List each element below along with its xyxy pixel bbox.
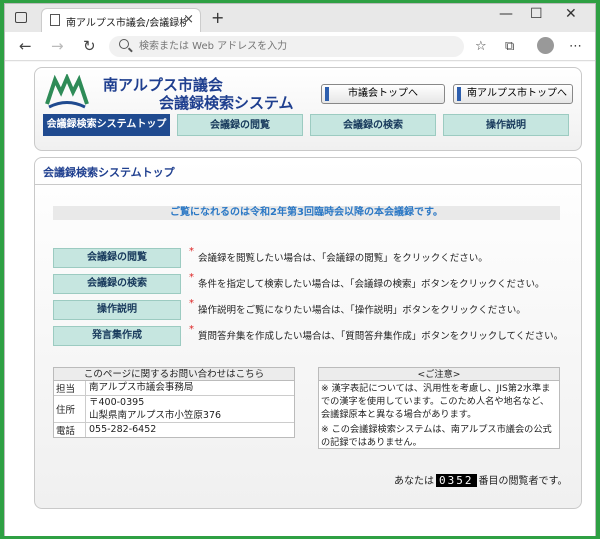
search-icon (119, 39, 129, 49)
city-top-button[interactable]: 南アルプス市トップへ (453, 84, 573, 104)
tanto-label: 担当 (54, 381, 86, 395)
address-value: 〒400-0395 山梨県南アルプス市小笠原376 (86, 396, 221, 422)
action-row-compile: 発言集作成 * 質問答弁集を作成したい場合は、「質問答弁集作成」ボタンをクリック… (53, 324, 564, 346)
contact-row-phone: 電話 055-282-6452 (54, 423, 294, 437)
collections-icon[interactable]: ⧉ (505, 39, 514, 54)
window-close-icon[interactable]: ✕ (565, 6, 577, 22)
browser-tab[interactable]: 南アルプス市議会/会議録検索シス × (41, 8, 201, 32)
tab-title: 南アルプス市議会/会議録検索シス (66, 18, 186, 29)
back-icon[interactable]: ← (19, 37, 32, 55)
site-title-line2: 会議録検索システム (159, 94, 294, 112)
browser-window: 南アルプス市議会/会議録検索シス × + — ☐ ✕ ← → ↻ ☆ ⧉ ⋯ 南… (4, 3, 596, 536)
omnibox[interactable] (109, 36, 464, 57)
city-top-label: 南アルプス市トップへ (467, 88, 567, 99)
window-menu-icon[interactable] (15, 12, 27, 23)
counter-prefix: あなたは (394, 476, 434, 487)
divider (35, 184, 581, 185)
tab-top[interactable]: 会議録検索システムトップ (43, 114, 170, 136)
header-panel: 南アルプス市議会 会議録検索システム 市議会トップへ 南アルプス市トップへ 会議… (34, 67, 582, 151)
body-panel: 会議録検索システムトップ ご覧になれるのは令和2年第3回臨時会以降の本会議録です… (34, 157, 582, 509)
tab-strip: 南アルプス市議会/会議録検索シス × + — ☐ ✕ (5, 4, 595, 32)
bullet-mark-icon: * (189, 298, 194, 309)
action-row-browse: 会議録の閲覧 * 会議録を閲覧したい場合は、「会議録の閲覧」をクリックください。 (53, 246, 563, 268)
minimize-icon[interactable]: — (499, 6, 513, 22)
address-input[interactable] (139, 38, 439, 54)
refresh-icon[interactable]: ↻ (83, 37, 96, 55)
caution-note-1: ※ 漢字表記については、汎用性を考慮し、JIS第2水準までの漢字を使用しています… (321, 383, 551, 420)
gikai-top-label: 市議会トップへ (348, 88, 418, 99)
maximize-icon[interactable]: ☐ (530, 6, 543, 22)
tab-help[interactable]: 操作説明 (443, 114, 569, 136)
page-icon (50, 14, 60, 26)
button-bar-icon (457, 87, 461, 101)
tab-search[interactable]: 会議録の検索 (310, 114, 436, 136)
more-menu-icon[interactable]: ⋯ (569, 39, 582, 54)
browse-description: 会議録を閲覧したい場合は、「会議録の閲覧」をクリックください。 (198, 253, 488, 264)
visitor-counter: あなたは 0352 番目の閲覧者です。 (394, 472, 568, 487)
bullet-mark-icon: * (189, 324, 194, 335)
counter-value: 0352 (436, 474, 477, 487)
search-description: 条件を指定して検索したい場合は、「会議録の検索」ボタンをクリックください。 (198, 279, 545, 290)
help-button[interactable]: 操作説明 (53, 300, 181, 320)
contact-row-tanto: 担当 南アルプス市議会事務局 (54, 381, 294, 396)
site-logo-icon (45, 74, 89, 109)
caution-heading: <ご注意> (319, 368, 559, 381)
bullet-mark-icon: * (189, 272, 194, 283)
address-street: 山梨県南アルプス市小笠原376 (89, 410, 222, 421)
address-label: 住所 (54, 396, 86, 422)
compile-button[interactable]: 発言集作成 (53, 326, 181, 346)
notice-banner: ご覧になれるのは令和2年第3回臨時会以降の本会議録です。 (53, 206, 560, 220)
address-bar: ← → ↻ ☆ ⧉ ⋯ (5, 32, 595, 61)
favorites-icon[interactable]: ☆ (475, 39, 487, 54)
action-row-help: 操作説明 * 操作説明をご覧になりたい場合は、「操作説明」ボタンをクリックくださ… (53, 298, 563, 320)
contact-heading: このページに関するお問い合わせはこちら (54, 368, 294, 381)
tanto-value: 南アルプス市議会事務局 (89, 382, 194, 393)
compile-description: 質問答弁集を作成したい場合は、「質問答弁集作成」ボタンをクリックしてください。 (198, 331, 564, 342)
action-row-search: 会議録の検索 * 条件を指定して検索したい場合は、「会議録の検索」ボタンをクリッ… (53, 272, 563, 294)
caution-box: <ご注意> ※ 漢字表記については、汎用性を考慮し、JIS第2水準までの漢字を使… (318, 367, 560, 449)
new-tab-icon[interactable]: + (211, 8, 224, 27)
contact-table: このページに関するお問い合わせはこちら 担当 南アルプス市議会事務局 住所 〒4… (53, 367, 295, 438)
close-tab-icon[interactable]: × (183, 12, 194, 27)
bullet-mark-icon: * (189, 246, 194, 257)
caution-note-2: ※ この会議録検索システムは、南アルプス市議会の公式の記録ではありません。 (321, 424, 552, 448)
web-page: 南アルプス市議会 会議録検索システム 市議会トップへ 南アルプス市トップへ 会議… (5, 62, 595, 536)
profile-avatar[interactable] (537, 37, 554, 54)
section-title: 会議録検索システムトップ (43, 166, 175, 179)
address-postal: 〒400-0395 (89, 397, 145, 408)
button-bar-icon (325, 87, 329, 101)
tab-browse[interactable]: 会議録の閲覧 (177, 114, 303, 136)
forward-icon[interactable]: → (51, 37, 64, 55)
contact-row-address: 住所 〒400-0395 山梨県南アルプス市小笠原376 (54, 396, 294, 423)
phone-label: 電話 (54, 423, 86, 437)
phone-value: 055-282-6452 (89, 424, 157, 435)
help-description: 操作説明をご覧になりたい場合は、「操作説明」ボタンをクリックください。 (198, 305, 526, 316)
search-button[interactable]: 会議録の検索 (53, 274, 181, 294)
main-nav: 会議録検索システムトップ 会議録の閲覧 会議録の検索 操作説明 (43, 114, 573, 136)
gikai-top-button[interactable]: 市議会トップへ (321, 84, 445, 104)
counter-suffix: 番目の閲覧者です。 (478, 476, 568, 487)
browse-button[interactable]: 会議録の閲覧 (53, 248, 181, 268)
